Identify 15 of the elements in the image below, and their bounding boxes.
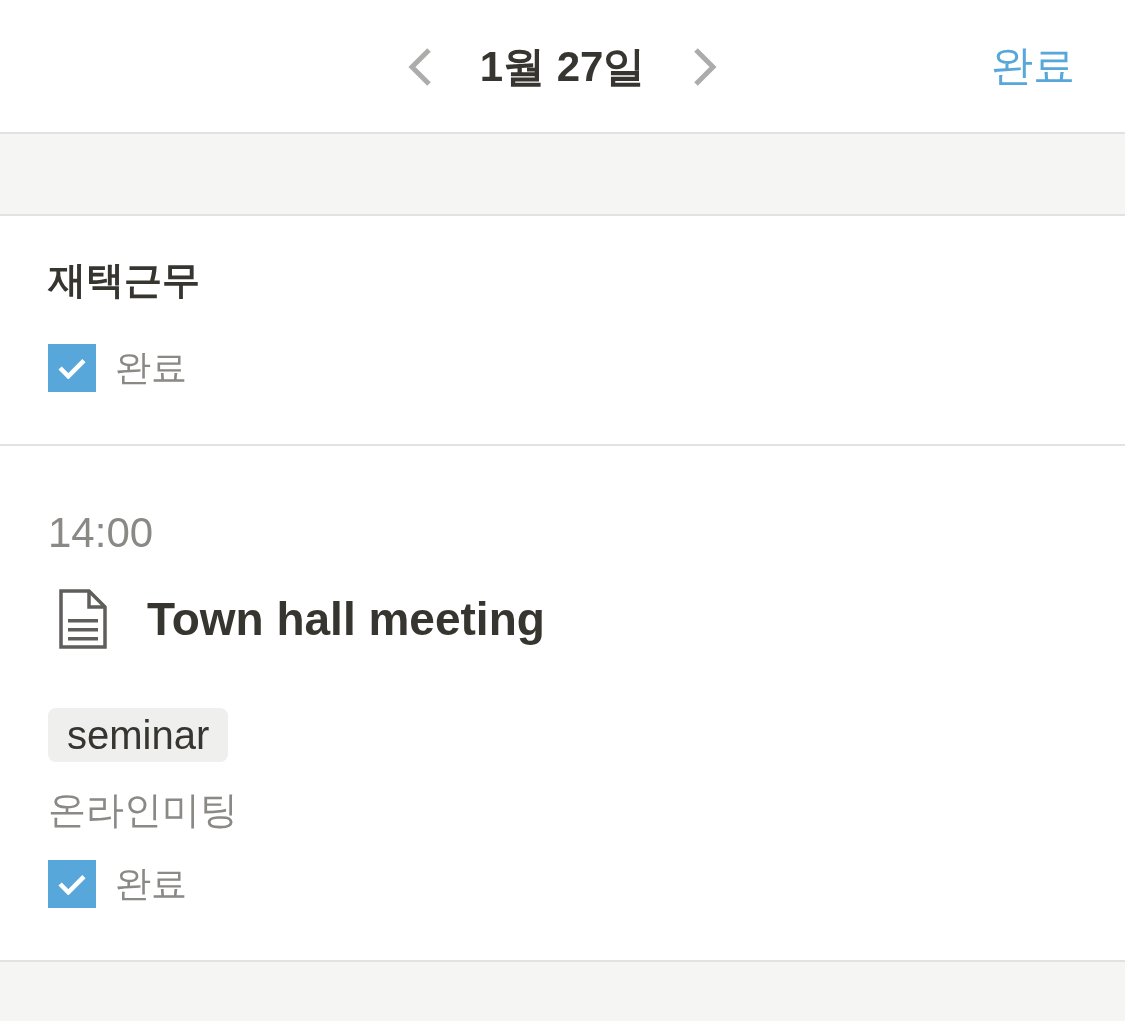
entry-title[interactable]: 재택근무	[48, 256, 200, 304]
chevron-left-icon[interactable]	[407, 48, 432, 86]
checkbox-label: 완료	[115, 862, 187, 906]
entry-title[interactable]: Town hall meeting	[147, 591, 545, 647]
document-icon	[59, 589, 107, 649]
checkmark-icon	[57, 873, 87, 895]
checkmark-icon	[57, 357, 87, 379]
checkbox-label: 완료	[115, 346, 187, 390]
tag: seminar	[48, 708, 229, 762]
chevron-right-icon[interactable]	[693, 48, 718, 86]
checkbox[interactable]	[48, 860, 96, 908]
property-text: 온라인미팅	[48, 788, 238, 833]
event-time: 14:00	[48, 508, 154, 558]
checkbox[interactable]	[48, 344, 96, 392]
date-title: 1월 27일	[479, 42, 646, 92]
